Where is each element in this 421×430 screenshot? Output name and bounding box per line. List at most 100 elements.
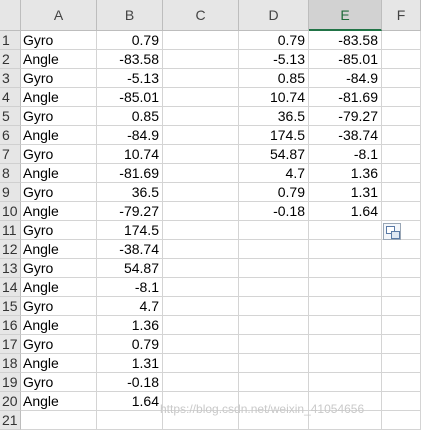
row-header[interactable]: 19 bbox=[0, 373, 21, 392]
cell-e12[interactable] bbox=[309, 240, 382, 259]
cell-f1[interactable] bbox=[382, 31, 421, 50]
cell-c7[interactable] bbox=[163, 145, 239, 164]
cell-e6[interactable]: -38.74 bbox=[309, 126, 382, 145]
cell-c2[interactable] bbox=[163, 50, 239, 69]
cell-e10[interactable]: 1.64 bbox=[309, 202, 382, 221]
cell-f10[interactable] bbox=[382, 202, 421, 221]
cell-b14[interactable]: -8.1 bbox=[97, 278, 163, 297]
row-header[interactable]: 16 bbox=[0, 316, 21, 335]
cell-a19[interactable]: Gyro bbox=[21, 373, 97, 392]
cell-d2[interactable]: -5.13 bbox=[239, 50, 309, 69]
cell-e7[interactable]: -8.1 bbox=[309, 145, 382, 164]
cell-d8[interactable]: 4.7 bbox=[239, 164, 309, 183]
row-header[interactable]: 2 bbox=[0, 50, 21, 69]
cell-c10[interactable] bbox=[163, 202, 239, 221]
cell-c14[interactable] bbox=[163, 278, 239, 297]
row-header[interactable]: 9 bbox=[0, 183, 21, 202]
row-header[interactable]: 6 bbox=[0, 126, 21, 145]
cell-e14[interactable] bbox=[309, 278, 382, 297]
cell-a6[interactable]: Angle bbox=[21, 126, 97, 145]
cell-a20[interactable]: Angle bbox=[21, 392, 97, 411]
cell-f21[interactable] bbox=[382, 411, 421, 430]
cell-a4[interactable]: Angle bbox=[21, 88, 97, 107]
cell-a13[interactable]: Gyro bbox=[21, 259, 97, 278]
cell-c12[interactable] bbox=[163, 240, 239, 259]
row-header[interactable]: 21 bbox=[0, 411, 21, 430]
cell-e19[interactable] bbox=[309, 373, 382, 392]
row-header[interactable]: 14 bbox=[0, 278, 21, 297]
column-header-f[interactable]: F bbox=[382, 0, 421, 31]
cell-b5[interactable]: 0.85 bbox=[97, 107, 163, 126]
paste-options-icon[interactable] bbox=[383, 223, 401, 240]
cell-c5[interactable] bbox=[163, 107, 239, 126]
cell-e17[interactable] bbox=[309, 335, 382, 354]
cell-b12[interactable]: -38.74 bbox=[97, 240, 163, 259]
cell-a12[interactable]: Angle bbox=[21, 240, 97, 259]
cell-b18[interactable]: 1.31 bbox=[97, 354, 163, 373]
cell-b20[interactable]: 1.64 bbox=[97, 392, 163, 411]
cell-d18[interactable] bbox=[239, 354, 309, 373]
cell-b11[interactable]: 174.5 bbox=[97, 221, 163, 240]
cell-a21[interactable] bbox=[21, 411, 97, 430]
cell-f9[interactable] bbox=[382, 183, 421, 202]
cell-a1[interactable]: Gyro bbox=[21, 31, 97, 50]
cell-d14[interactable] bbox=[239, 278, 309, 297]
cell-f7[interactable] bbox=[382, 145, 421, 164]
cell-b7[interactable]: 10.74 bbox=[97, 145, 163, 164]
row-header[interactable]: 5 bbox=[0, 107, 21, 126]
cell-b19[interactable]: -0.18 bbox=[97, 373, 163, 392]
row-header[interactable]: 15 bbox=[0, 297, 21, 316]
cell-f17[interactable] bbox=[382, 335, 421, 354]
cell-f12[interactable] bbox=[382, 240, 421, 259]
cell-e1[interactable]: -83.58 bbox=[309, 31, 382, 50]
cell-d19[interactable] bbox=[239, 373, 309, 392]
cell-c6[interactable] bbox=[163, 126, 239, 145]
select-all-corner[interactable] bbox=[0, 0, 21, 31]
cell-e13[interactable] bbox=[309, 259, 382, 278]
row-header[interactable]: 4 bbox=[0, 88, 21, 107]
cell-e16[interactable] bbox=[309, 316, 382, 335]
cell-a7[interactable]: Gyro bbox=[21, 145, 97, 164]
column-header-a[interactable]: A bbox=[21, 0, 97, 31]
cell-d12[interactable] bbox=[239, 240, 309, 259]
cell-c3[interactable] bbox=[163, 69, 239, 88]
cell-c1[interactable] bbox=[163, 31, 239, 50]
column-header-d[interactable]: D bbox=[239, 0, 309, 31]
row-header[interactable]: 17 bbox=[0, 335, 21, 354]
cell-d9[interactable]: 0.79 bbox=[239, 183, 309, 202]
cell-a16[interactable]: Angle bbox=[21, 316, 97, 335]
cell-c13[interactable] bbox=[163, 259, 239, 278]
column-header-c[interactable]: C bbox=[163, 0, 239, 31]
cell-f4[interactable] bbox=[382, 88, 421, 107]
cell-b21[interactable] bbox=[97, 411, 163, 430]
cell-e2[interactable]: -85.01 bbox=[309, 50, 382, 69]
cell-d3[interactable]: 0.85 bbox=[239, 69, 309, 88]
cell-b3[interactable]: -5.13 bbox=[97, 69, 163, 88]
cell-c4[interactable] bbox=[163, 88, 239, 107]
cell-c16[interactable] bbox=[163, 316, 239, 335]
cell-f8[interactable] bbox=[382, 164, 421, 183]
cell-b17[interactable]: 0.79 bbox=[97, 335, 163, 354]
cell-f19[interactable] bbox=[382, 373, 421, 392]
row-header[interactable]: 10 bbox=[0, 202, 21, 221]
column-header-b[interactable]: B bbox=[97, 0, 163, 31]
cell-c18[interactable] bbox=[163, 354, 239, 373]
cell-c19[interactable] bbox=[163, 373, 239, 392]
cell-e4[interactable]: -81.69 bbox=[309, 88, 382, 107]
cell-a5[interactable]: Gyro bbox=[21, 107, 97, 126]
cell-c15[interactable] bbox=[163, 297, 239, 316]
cell-d4[interactable]: 10.74 bbox=[239, 88, 309, 107]
row-header[interactable]: 13 bbox=[0, 259, 21, 278]
cell-f13[interactable] bbox=[382, 259, 421, 278]
cell-e3[interactable]: -84.9 bbox=[309, 69, 382, 88]
cell-b8[interactable]: -81.69 bbox=[97, 164, 163, 183]
cell-d17[interactable] bbox=[239, 335, 309, 354]
cell-f16[interactable] bbox=[382, 316, 421, 335]
cell-a2[interactable]: Angle bbox=[21, 50, 97, 69]
cell-c17[interactable] bbox=[163, 335, 239, 354]
cell-d7[interactable]: 54.87 bbox=[239, 145, 309, 164]
cell-b9[interactable]: 36.5 bbox=[97, 183, 163, 202]
cell-d5[interactable]: 36.5 bbox=[239, 107, 309, 126]
cell-e15[interactable] bbox=[309, 297, 382, 316]
cell-d13[interactable] bbox=[239, 259, 309, 278]
